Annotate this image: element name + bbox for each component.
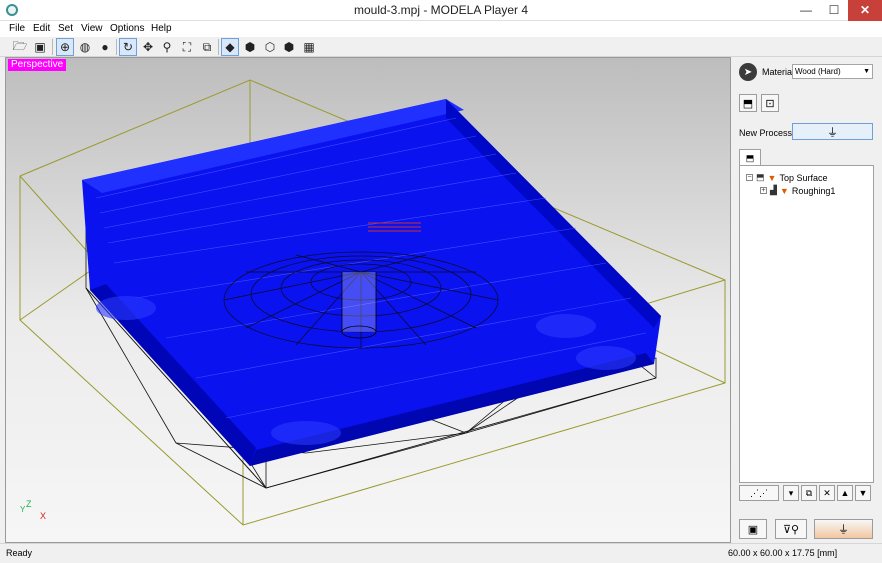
tree-tab[interactable]: ⬒	[739, 149, 761, 166]
pan-icon[interactable]: ✥	[139, 38, 157, 56]
menu-set[interactable]: Set	[58, 23, 73, 34]
tree-node-label: Roughing1	[791, 185, 836, 196]
title-bar: mould-3.mpj - MODELA Player 4 — ☐ ✕	[0, 0, 882, 21]
menu-view[interactable]: View	[81, 23, 103, 34]
new-process-label: New Process	[739, 128, 793, 138]
toolbar-separator	[52, 39, 53, 55]
toolbar-separator	[218, 39, 219, 55]
tool-edit-button[interactable]: ▾	[783, 485, 799, 501]
maximize-button[interactable]: ☐	[820, 0, 848, 21]
collapse-icon[interactable]: −	[746, 174, 753, 181]
preview-button[interactable]: ▣	[739, 519, 767, 539]
view-back-icon[interactable]: ⬢	[280, 38, 298, 56]
material-value: Wood (Hard)	[795, 67, 841, 76]
menu-options[interactable]: Options	[110, 23, 144, 34]
solid-sphere-icon[interactable]: ●	[96, 38, 114, 56]
zoom-window-icon[interactable]: ⧉	[198, 38, 216, 56]
view-iso-icon[interactable]: ◆	[221, 38, 239, 56]
path-preview-button[interactable]: ⋰⋰	[739, 485, 779, 501]
3d-viewport[interactable]: Perspective Z Y X	[5, 57, 731, 543]
move-up-icon[interactable]: ▲	[837, 485, 853, 501]
delete-icon[interactable]: ✕	[819, 485, 835, 501]
surface-icon: ⬒	[756, 172, 765, 182]
material-label: Material	[762, 67, 795, 77]
status-text: Ready	[6, 548, 33, 558]
tree-node-top-surface[interactable]: − ⬒ ▼ Top Surface	[746, 172, 827, 183]
wire-icon[interactable]: ⊕	[56, 38, 74, 56]
menu-bar: File Edit Set View Options Help	[0, 21, 882, 37]
minimize-button[interactable]: —	[792, 0, 820, 21]
tree-node-roughing[interactable]: + ▟ ▼ Roughing1	[760, 185, 835, 196]
cut-button[interactable]: ⏚	[814, 519, 873, 539]
workpiece-icon[interactable]: ⬒	[739, 94, 757, 112]
rotate-icon[interactable]: ↻	[119, 38, 137, 56]
view-front-icon[interactable]: ⬢	[241, 38, 259, 56]
model-scene	[19, 79, 726, 526]
view-side-icon[interactable]: ⬡	[261, 38, 279, 56]
close-button[interactable]: ✕	[848, 0, 882, 21]
menu-help[interactable]: Help	[151, 23, 172, 34]
process-panel: ➤ Material Wood (Hard) ▼ ⬒ ⊡ New Process…	[733, 57, 882, 543]
axis-z-label: Z	[26, 499, 32, 509]
wire-sphere-icon[interactable]: ◍	[76, 38, 94, 56]
toolbar-separator	[116, 39, 117, 55]
menu-file[interactable]: File	[9, 23, 25, 34]
compass-icon[interactable]: ➤	[739, 63, 757, 81]
chevron-down-icon: ▼	[863, 68, 870, 75]
fit-icon[interactable]: ⛶	[178, 38, 196, 56]
copy-icon[interactable]: ⧉	[801, 485, 817, 501]
axis-y-label: Y	[20, 505, 26, 514]
window-title: mould-3.mpj - MODELA Player 4	[353, 3, 529, 17]
save-icon[interactable]: ▣	[31, 38, 49, 56]
menu-edit[interactable]: Edit	[33, 23, 50, 34]
view-grid-icon[interactable]: ▦	[300, 38, 318, 56]
origin-icon[interactable]: ⊡	[761, 94, 779, 112]
open-icon[interactable]: 🗁	[11, 38, 29, 56]
simulate-button[interactable]: ⊽⚲	[775, 519, 807, 539]
toolbar: 🗁 ▣ ⊕ ◍ ● ↻ ✥ ⚲ ⛶ ⧉ ◆ ⬢ ⬡ ⬢ ▦	[0, 37, 882, 57]
expand-icon[interactable]: +	[760, 187, 767, 194]
model-dimensions: 60.00 x 60.00 x 17.75 [mm]	[728, 548, 838, 558]
axis-x-label: X	[40, 511, 47, 521]
view-mode-label: Perspective	[8, 59, 67, 71]
tool-icon: ▼	[779, 185, 789, 196]
tree-node-label: Top Surface	[779, 172, 828, 183]
path-icon: ▟	[770, 185, 777, 195]
new-process-button[interactable]: ⏚	[792, 123, 873, 140]
zoom-icon[interactable]: ⚲	[158, 38, 176, 56]
tool-icon: ▼	[767, 172, 777, 183]
material-select[interactable]: Wood (Hard) ▼	[792, 64, 873, 79]
status-bar: Ready 60.00 x 60.00 x 17.75 [mm]	[0, 543, 882, 563]
move-down-icon[interactable]: ▼	[855, 485, 871, 501]
process-tree: − ⬒ ▼ Top Surface + ▟ ▼ Roughing1	[739, 165, 874, 483]
